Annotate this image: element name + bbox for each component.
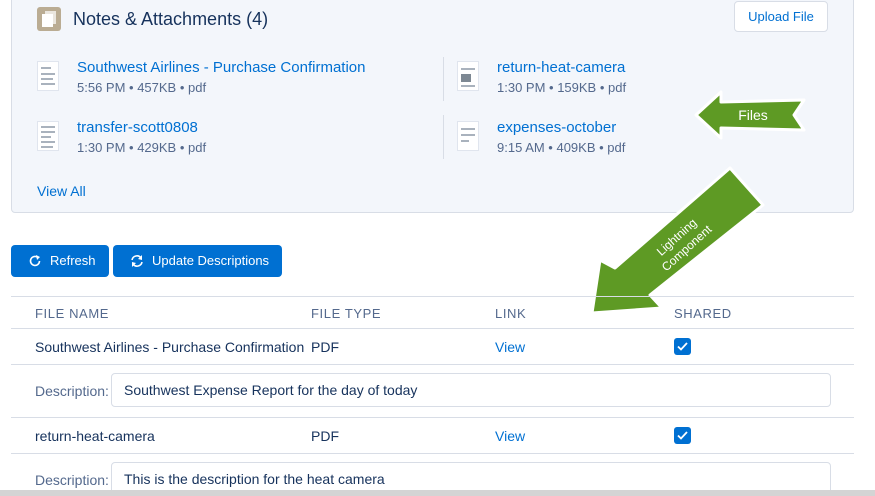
description-input[interactable]: Southwest Expense Report for the day of … [111, 373, 831, 407]
sync-icon [131, 255, 143, 267]
file-name-cell: return-heat-camera [35, 428, 155, 444]
description-row: Description: This is the description for… [11, 454, 854, 496]
card-title: Notes & Attachments (4) [73, 9, 269, 29]
file-icon [37, 7, 61, 31]
column-header-file-name: FILE NAME [35, 306, 110, 321]
files-annotation-label: Files [738, 107, 768, 123]
file-thumbnail [37, 121, 59, 151]
file-item[interactable]: Southwest Airlines - Purchase Confirmati… [37, 59, 417, 99]
file-meta: 9:15 AM • 409KB • pdf [497, 140, 626, 155]
divider [443, 57, 444, 101]
column-header-file-type: FILE TYPE [311, 306, 382, 321]
window-bottom-edge [0, 490, 875, 496]
checkmark-icon [677, 342, 688, 351]
file-type-cell: PDF [311, 339, 339, 355]
file-name-cell: Southwest Airlines - Purchase Confirmati… [35, 339, 305, 355]
upload-file-button[interactable]: Upload File [734, 1, 828, 32]
update-descriptions-button[interactable]: Update Descriptions [113, 245, 282, 277]
table-row: Southwest Airlines - Purchase Confirmati… [11, 329, 854, 365]
file-name-link[interactable]: return-heat-camera [497, 59, 625, 76]
file-thumbnail [37, 61, 59, 91]
description-label: Description: [35, 383, 109, 399]
checkmark-icon [677, 431, 688, 440]
file-thumbnail [457, 61, 479, 91]
shared-checkbox[interactable] [674, 427, 691, 444]
description-row: Description: Southwest Expense Report fo… [11, 365, 854, 418]
file-thumbnail [457, 121, 479, 151]
files-table: FILE NAME FILE TYPE LINK SHARED Southwes… [11, 296, 854, 496]
column-header-link: LINK [495, 306, 527, 321]
table-row: return-heat-camera PDF View [11, 418, 854, 454]
refresh-icon [29, 255, 41, 267]
file-item[interactable]: transfer-scott0808 1:30 PM • 429KB • pdf [37, 119, 417, 159]
file-type-cell: PDF [311, 428, 339, 444]
description-label: Description: [35, 472, 109, 488]
view-link[interactable]: View [495, 428, 525, 444]
file-meta: 5:56 PM • 457KB • pdf [77, 80, 207, 95]
file-meta: 1:30 PM • 429KB • pdf [77, 140, 207, 155]
file-meta: 1:30 PM • 159KB • pdf [497, 80, 627, 95]
files-annotation-arrow: Files [694, 90, 806, 140]
view-link[interactable]: View [495, 339, 525, 355]
update-descriptions-label: Update Descriptions [152, 253, 270, 268]
refresh-label: Refresh [50, 253, 96, 268]
file-name-link[interactable]: transfer-scott0808 [77, 119, 198, 136]
shared-checkbox[interactable] [674, 338, 691, 355]
column-header-shared: SHARED [674, 306, 732, 321]
view-all-link[interactable]: View All [37, 183, 86, 199]
file-name-link[interactable]: Southwest Airlines - Purchase Confirmati… [77, 59, 365, 76]
file-name-link[interactable]: expenses-october [497, 119, 616, 136]
table-header: FILE NAME FILE TYPE LINK SHARED [11, 296, 854, 329]
divider [443, 115, 444, 159]
refresh-button[interactable]: Refresh [11, 245, 109, 277]
